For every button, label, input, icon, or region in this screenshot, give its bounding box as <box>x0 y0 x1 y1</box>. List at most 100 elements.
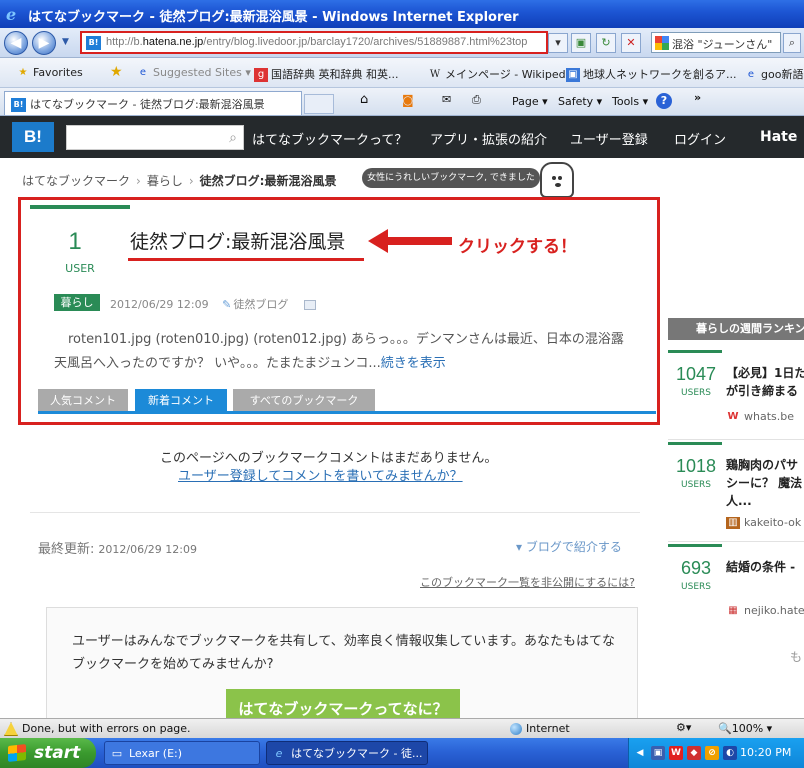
entry-source[interactable]: 徒然ブログ <box>233 298 288 311</box>
ranking-item[interactable]: 1047 USERS 【必見】1日た が引き締まる Wwhats.be <box>668 350 804 440</box>
ie-task-icon: e <box>275 747 283 760</box>
whats-be-icon: W <box>727 411 739 422</box>
page-menu[interactable]: Page ▾ <box>512 95 548 108</box>
chevron-more-icon[interactable]: » <box>694 91 701 104</box>
favorites-button[interactable]: ★ Favorites <box>16 66 83 80</box>
windows-flag-icon <box>8 744 26 762</box>
bookmark-count[interactable]: 1 <box>40 228 110 256</box>
fav-dictionary[interactable]: g 国語辞典 英和辞典 和英... <box>254 66 398 82</box>
clock[interactable]: 10:20 PM <box>740 746 791 759</box>
tab-bar: B! はてなブックマーク - 徒然ブログ:最新混浴風景 ⌂ ◙ ✉ ⎙ Page … <box>0 88 804 116</box>
address-dropdown-button[interactable]: ▾ <box>548 33 568 53</box>
tray-arrow-icon[interactable]: ◀ <box>633 746 647 760</box>
title-annotation-underline <box>128 258 364 261</box>
register-to-comment-link[interactable]: ユーザー登録してコメントを書いてみませんか？ <box>178 465 463 484</box>
status-bar: Done, but with errors on page. Internet … <box>0 718 804 738</box>
tab-underline <box>38 411 656 414</box>
ranking-more-link[interactable]: も <box>790 648 802 665</box>
ranking-title[interactable]: 鶏胸肉のパサ シーに？ 魔法 人... <box>726 456 804 510</box>
breadcrumb: はてなブックマーク › 暮らし › 徒然ブログ:最新混浴風景 <box>22 172 336 189</box>
ranking-count: 1018 <box>675 456 717 476</box>
ranking-users-label: USERS <box>681 480 711 490</box>
introduce-in-blog-link[interactable]: ▾ ブログで紹介する <box>516 538 622 555</box>
hatena-favicon-icon: B! <box>86 36 101 50</box>
hatena-logo[interactable]: B! <box>12 122 54 152</box>
print-icon[interactable]: ⎙ <box>472 93 481 107</box>
search-button[interactable]: ⌕ <box>783 33 801 53</box>
fav-wikipedia[interactable]: W メインページ - Wikipedia <box>428 66 576 82</box>
help-icon[interactable]: ? <box>656 93 672 109</box>
search-icon[interactable]: ⌕ <box>229 130 237 146</box>
nav-login[interactable]: ログイン <box>674 129 726 148</box>
antivirus-icon[interactable]: W <box>669 746 683 760</box>
fav-earth-network[interactable]: ▣ 地球人ネットワークを創るア... <box>566 66 737 82</box>
tab-hatena-bookmark[interactable]: B! はてなブックマーク - 徒然ブログ:最新混浴風景 <box>4 91 302 115</box>
nejiko-icon: ▦ <box>728 605 738 616</box>
make-private-link[interactable]: このブックマーク一覧を非公開にするには? <box>420 574 635 590</box>
ranking-title[interactable]: 【必見】1日た が引き締まる <box>726 364 804 400</box>
status-message[interactable]: Done, but with errors on page. <box>22 722 191 735</box>
hatena-brand[interactable]: Hate <box>760 129 797 145</box>
window-title-bar: e はてなブックマーク - 徒然ブログ:最新混浴風景 - Windows Int… <box>0 0 804 28</box>
fav-suggested-sites[interactable]: e Suggested Sites ▾ <box>136 66 251 80</box>
protected-mode-icon[interactable]: ⚙▾ <box>676 721 691 734</box>
click-annotation: クリックする！ <box>458 237 577 257</box>
ranking-source: ▦ nejiko.hate <box>726 604 804 617</box>
kakeito-icon: ▥ <box>726 517 740 529</box>
mail-icon[interactable]: ✉ <box>442 93 451 106</box>
task-lexar-drive[interactable]: ▭ Lexar (E:) <box>104 741 260 765</box>
new-tab-button[interactable] <box>304 94 334 114</box>
ranking-users-label: USERS <box>681 582 711 592</box>
ranking-item[interactable]: 1018 USERS 鶏胸肉のパサ シーに？ 魔法 人... ▥ kakeito-ok <box>668 442 804 542</box>
read-more-link[interactable]: 続きを表示 <box>381 356 446 371</box>
entry-snippet: roten101.jpg (roten010.jpg) (roten012.jp… <box>54 332 624 371</box>
add-favorite-icon[interactable]: ★ <box>110 64 123 80</box>
ranking-title[interactable]: 結婚の条件 - <box>726 558 804 576</box>
drive-icon: ▭ <box>111 747 123 760</box>
search-input[interactable]: 混浴 "ジューンさん" <box>651 32 781 53</box>
tab-popular-comments[interactable]: 人気コメント <box>38 389 128 412</box>
ranking-item[interactable]: 693 USERS 結婚の条件 - ▦ nejiko.hate <box>668 544 804 624</box>
nav-about[interactable]: はてなブックマークって？ <box>252 129 407 148</box>
network-icon[interactable]: ▣ <box>651 746 665 760</box>
entry-title-link[interactable]: 徒然ブログ:最新混浴風景 <box>130 227 345 254</box>
address-url: http://b.hatena.ne.jp/entry/blog.livedoo… <box>106 36 528 48</box>
start-button[interactable]: start <box>0 738 96 768</box>
address-bar[interactable]: B! http://b.hatena.ne.jp/entry/blog.live… <box>80 31 548 54</box>
nav-apps[interactable]: アプリ・拡張の紹介 <box>430 129 547 148</box>
hatena-tab-favicon-icon: B! <box>11 98 26 112</box>
speaker-icon[interactable]: ◐ <box>723 746 737 760</box>
category-badge[interactable]: 暮らし <box>54 294 100 311</box>
warning-icon[interactable] <box>4 722 18 736</box>
task-internet-explorer[interactable]: e はてなブックマーク - 徒... <box>266 741 428 765</box>
stop-icon[interactable]: ✕ <box>621 33 641 53</box>
security-tray-icon[interactable]: ◆ <box>687 746 701 760</box>
chevron-right-icon: › <box>136 174 141 188</box>
image-icon[interactable] <box>303 300 316 310</box>
promo-text: ユーザーはみんなでブックマークを共有して、効率良く情報収集しています。あなたもは… <box>72 634 616 672</box>
forward-button[interactable]: ▶ <box>32 31 56 55</box>
tab-new-comments[interactable]: 新着コメント <box>135 389 227 412</box>
ranking-users-label: USERS <box>681 388 711 398</box>
promo-bubble[interactable]: 女性にうれしいブックマーク, できました <box>362 168 540 188</box>
compatibility-view-icon[interactable]: ▣ <box>571 33 591 53</box>
home-icon[interactable]: ⌂ <box>360 92 368 107</box>
history-dropdown-icon[interactable]: ▼ <box>62 37 69 47</box>
hatena-search-input[interactable]: ⌕ <box>66 125 244 150</box>
zoom-level[interactable]: 🔍100% ▾ <box>718 722 772 735</box>
ranking-count: 1047 <box>675 364 717 384</box>
tools-menu[interactable]: Tools ▾ <box>612 95 648 108</box>
weekly-ranking-header: 暮らしの週間ランキング <box>668 318 804 340</box>
ie-logo-icon: e <box>6 5 17 24</box>
crumb-category[interactable]: 暮らし <box>147 174 183 188</box>
crumb-home[interactable]: はてなブックマーク <box>22 174 130 188</box>
rss-feed-icon[interactable]: ◙ <box>402 93 414 107</box>
divider <box>30 512 640 513</box>
refresh-icon[interactable]: ↻ <box>596 33 616 53</box>
nav-register[interactable]: ユーザー登録 <box>570 129 648 148</box>
tab-all-bookmarks[interactable]: すべてのブックマーク <box>233 389 375 412</box>
no-entry-icon[interactable]: ⊘ <box>705 746 719 760</box>
fav-goo[interactable]: e goo新語 <box>744 66 804 82</box>
safety-menu[interactable]: Safety ▾ <box>558 95 602 108</box>
back-button[interactable]: ◀ <box>4 31 28 55</box>
